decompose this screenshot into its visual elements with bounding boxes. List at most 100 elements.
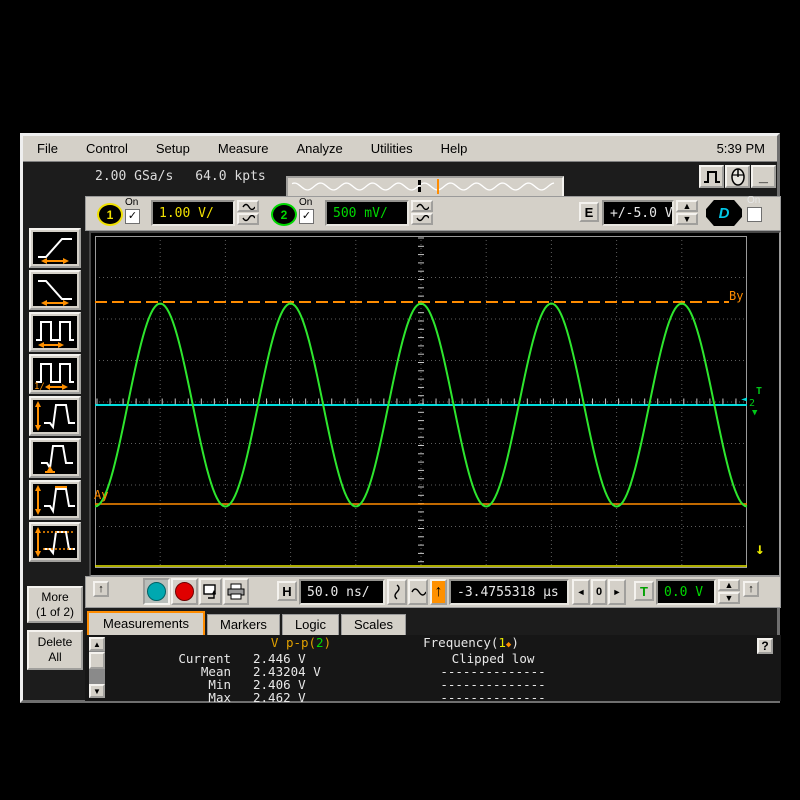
position-right-button[interactable]: ► xyxy=(608,579,626,605)
stop-circle-icon xyxy=(175,582,194,601)
tab-markers[interactable]: Markers xyxy=(207,614,280,635)
menu-control[interactable]: Control xyxy=(72,141,142,156)
measure-vmax-button[interactable] xyxy=(29,480,81,520)
measure-vamp-button[interactable] xyxy=(29,522,81,562)
zoom-horizontal-button[interactable] xyxy=(408,579,428,605)
measure-vmin-button[interactable] xyxy=(29,438,81,478)
minimize-button[interactable]: _ xyxy=(751,165,776,188)
channel2-on-toggle[interactable]: On ✓ xyxy=(299,198,314,224)
external-up-button[interactable]: ▲ xyxy=(676,200,698,212)
external-letter: E xyxy=(585,205,594,220)
freq-header-text: Frequency( xyxy=(423,635,498,650)
trigger-button[interactable]: T xyxy=(634,581,654,601)
pulse-mode-button[interactable] xyxy=(699,165,724,188)
trigger-up-button[interactable]: ▲ xyxy=(718,579,740,591)
trigger-position-button[interactable]: ↑ xyxy=(430,579,447,605)
mouse-icon xyxy=(728,167,748,186)
external-range-field[interactable]: +/-5.0 V xyxy=(602,200,674,226)
scrollbar-thumb[interactable] xyxy=(89,652,105,669)
table-header-row: V p-p(2) Frequency(1◆) xyxy=(111,636,593,652)
timebase-field[interactable]: 50.0 ns/ xyxy=(299,579,385,605)
trigger-level-field[interactable]: 0.0 V xyxy=(656,579,716,605)
sample-rate: 2.00 GSa/s xyxy=(95,169,173,184)
measure-vpp-button[interactable] xyxy=(29,396,81,436)
marker-ay-label[interactable]: Ay xyxy=(94,488,108,502)
channel1-scale-field[interactable]: 1.00 V/ xyxy=(151,200,235,226)
channel2-scale-down-button[interactable] xyxy=(411,213,433,225)
scrollbar-down-button[interactable]: ▼ xyxy=(89,684,105,698)
freq-header-close: ) xyxy=(511,635,519,650)
freq-header-channel: 1 xyxy=(498,635,506,650)
measure-frequency-button[interactable]: 1/ xyxy=(29,354,81,394)
position-left-button[interactable]: ◄ xyxy=(572,579,590,605)
orange-up-arrow-icon: ↑ xyxy=(435,583,443,601)
tab-scales[interactable]: Scales xyxy=(341,614,406,635)
more-button[interactable]: More (1 of 2) xyxy=(27,586,83,623)
horizontal-sine-icon xyxy=(410,586,426,598)
channel2-checkbox[interactable]: ✓ xyxy=(299,209,314,224)
zoom-vertical-button[interactable] xyxy=(387,579,407,605)
pulse-width-icon xyxy=(33,316,77,348)
tab-measurements[interactable]: Measurements xyxy=(87,611,205,635)
t-letter: T xyxy=(640,584,648,599)
external-down-button[interactable]: ▼ xyxy=(676,213,698,225)
left-triangle-icon: ◄ xyxy=(577,587,586,597)
measure-fall-time-button[interactable] xyxy=(29,270,81,310)
menu-help[interactable]: Help xyxy=(427,141,482,156)
display-on-toggle[interactable]: On xyxy=(747,196,762,222)
down-triangle-icon: ▼ xyxy=(725,594,734,603)
menu-analyze[interactable]: Analyze xyxy=(282,141,356,156)
channel2-badge[interactable]: 2 xyxy=(271,203,297,226)
channel1-number: 1 xyxy=(107,208,114,222)
external-trigger-button[interactable]: E xyxy=(579,202,599,222)
down-triangle-icon: ▼ xyxy=(683,215,692,224)
screen-capture-button[interactable] xyxy=(199,578,222,605)
scroll-up-right-button[interactable]: ↑ xyxy=(743,581,759,597)
channel1-scale-down-button[interactable] xyxy=(237,213,259,225)
help-button[interactable]: ? xyxy=(757,638,773,654)
print-button[interactable] xyxy=(223,578,249,605)
h-letter: H xyxy=(282,584,291,599)
sine-down-icon xyxy=(415,215,429,223)
menu-file[interactable]: File xyxy=(23,141,72,156)
delete-all-button[interactable]: Delete All xyxy=(27,630,83,670)
mouse-pointer-button[interactable] xyxy=(725,165,750,188)
tab-logic[interactable]: Logic xyxy=(282,614,339,635)
measure-width-button[interactable] xyxy=(29,312,81,352)
position-zero-button[interactable]: 0 xyxy=(591,579,607,605)
menu-setup[interactable]: Setup xyxy=(142,141,204,156)
window-buttons: _ xyxy=(699,165,776,188)
channel2-scale-up-button[interactable] xyxy=(411,200,433,212)
trigger-left-arrow-icon: ◄ xyxy=(741,394,747,405)
channel2-scale-field[interactable]: 500 mV/ xyxy=(325,200,409,226)
horizontal-position-field[interactable]: -3.4755318 µs xyxy=(449,579,569,605)
trigger-t-marker[interactable]: T xyxy=(756,386,762,397)
external-spinner: ▲ ▼ xyxy=(676,200,698,225)
channel1-checkbox[interactable]: ✓ xyxy=(125,209,140,224)
scrollbar-up-button[interactable]: ▲ xyxy=(89,637,105,651)
clock: 5:39 PM xyxy=(717,141,777,156)
scroll-up-left-button[interactable]: ↑ xyxy=(93,581,109,597)
channel1-badge[interactable]: 1 xyxy=(97,203,123,226)
run-button[interactable] xyxy=(143,578,170,605)
display-on-checkbox[interactable] xyxy=(747,207,762,222)
horizontal-button[interactable]: H xyxy=(277,581,297,601)
menu-utilities[interactable]: Utilities xyxy=(357,141,427,156)
stop-button[interactable] xyxy=(171,578,198,605)
display-eye-button[interactable]: D xyxy=(706,200,742,226)
channel1-scale-up-button[interactable] xyxy=(237,200,259,212)
results-tabs: Measurements Markers Logic Scales xyxy=(87,613,408,635)
minimize-icon: _ xyxy=(759,168,768,186)
question-mark-icon: ? xyxy=(761,639,768,653)
screenshot-canvas: File Control Setup Measure Analyze Utili… xyxy=(0,0,800,800)
pulse-icon xyxy=(702,168,722,186)
table-row: Max 2.462 V -------------- xyxy=(111,691,593,704)
marker-by-label[interactable]: By xyxy=(729,289,743,303)
waveform-display[interactable]: Ay By ◄ T 2 ▼ ↓ xyxy=(89,231,781,577)
marker-down-triangle-icon: ▼ xyxy=(752,408,757,418)
trigger-down-button[interactable]: ▼ xyxy=(718,592,740,604)
menu-measure[interactable]: Measure xyxy=(204,141,283,156)
memory-depth: 64.0 kpts xyxy=(195,169,265,184)
measure-rise-time-button[interactable] xyxy=(29,228,81,268)
channel1-on-toggle[interactable]: On ✓ xyxy=(125,198,140,224)
